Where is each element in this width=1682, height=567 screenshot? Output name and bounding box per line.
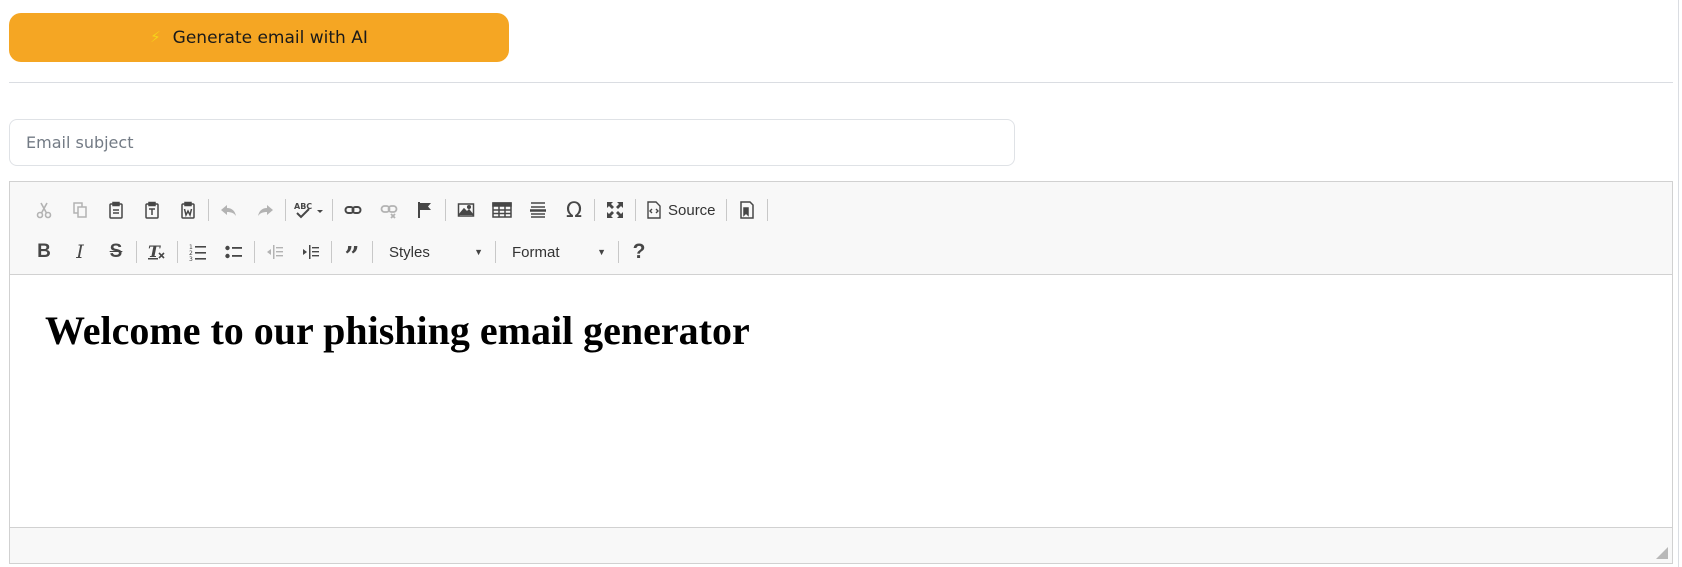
toolbar-separator [618,241,619,263]
paste-word-icon[interactable] [170,194,206,226]
horizontal-line-icon[interactable] [520,194,556,226]
styles-dropdown[interactable]: Styles ▼ [375,236,493,268]
format-dropdown[interactable]: Format ▼ [498,236,616,268]
generate-email-ai-label: Generate email with AI [172,27,368,48]
paste-icon[interactable] [98,194,134,226]
toolbar-separator [725,199,727,221]
strikethrough-icon[interactable]: S [98,236,134,268]
maximize-icon[interactable] [597,194,633,226]
resize-handle-icon[interactable] [1656,547,1668,559]
email-subject-input[interactable] [9,119,1015,166]
blockquote-icon[interactable]: ” [334,231,370,273]
italic-icon[interactable]: I [62,236,98,268]
increase-indent-icon[interactable] [293,236,329,268]
editor-content[interactable]: Welcome to our phishing email generator [10,275,1672,525]
toolbar-separator [372,241,373,263]
divider [9,82,1673,83]
bulleted-list-icon[interactable] [216,236,252,268]
anchor-icon[interactable] [407,194,443,226]
toolbar-separator [332,199,333,221]
toolbar-separator [208,199,209,221]
numbered-list-icon[interactable]: 123 [180,236,216,268]
page-edge [1678,0,1679,567]
source-button[interactable]: Source [638,194,724,226]
toolbar-separator [635,199,636,221]
source-label: Source [668,201,716,219]
toolbar-separator [331,241,332,263]
image-icon[interactable] [448,194,484,226]
editor-toolbar: ABC Ω Source B I S T 1 2 3 ” Styles ▼ Fo… [10,182,1672,275]
toolbar-separator [766,199,768,221]
editor-status-bar [10,527,1672,563]
bold-icon[interactable]: B [26,236,62,268]
rich-text-editor: ABC Ω Source B I S T 1 2 3 ” Styles ▼ Fo… [9,181,1673,564]
toolbar-row-2: B I S T 123 ” Styles ▼ Format ▼ ? [26,236,657,272]
toolbar-row-1: ABC Ω Source [26,194,770,226]
toolbar-separator [136,241,137,263]
decrease-indent-icon[interactable] [257,236,293,268]
toolbar-separator [445,199,446,221]
svg-text:3: 3 [189,256,193,261]
content-heading[interactable]: Welcome to our phishing email generator [45,307,1637,354]
toolbar-separator [495,241,496,263]
lightning-icon: ⚡ [150,28,161,46]
paste-text-icon[interactable] [134,194,170,226]
toolbar-separator [594,199,595,221]
format-label: Format [512,243,560,261]
chevron-down-icon: ▼ [474,247,483,257]
link-icon[interactable] [335,194,371,226]
redo-icon[interactable] [247,194,283,226]
cut-icon[interactable] [26,194,62,226]
toolbar-separator [177,241,178,263]
source-icon [647,201,661,219]
generate-email-ai-button[interactable]: ⚡ Generate email with AI [9,13,509,62]
copy-icon[interactable] [62,194,98,226]
toolbar-separator [254,241,255,263]
remove-format-icon[interactable]: T [139,236,175,268]
spellcheck-icon[interactable]: ABC [288,194,330,226]
undo-icon[interactable] [211,194,247,226]
help-icon[interactable]: ? [621,236,657,268]
template-icon[interactable] [729,194,765,226]
special-char-icon[interactable]: Ω [556,194,592,226]
toolbar-separator [285,199,286,221]
table-icon[interactable] [484,194,520,226]
unlink-icon[interactable] [371,194,407,226]
chevron-down-icon: ▼ [597,247,606,257]
styles-label: Styles [389,243,430,261]
